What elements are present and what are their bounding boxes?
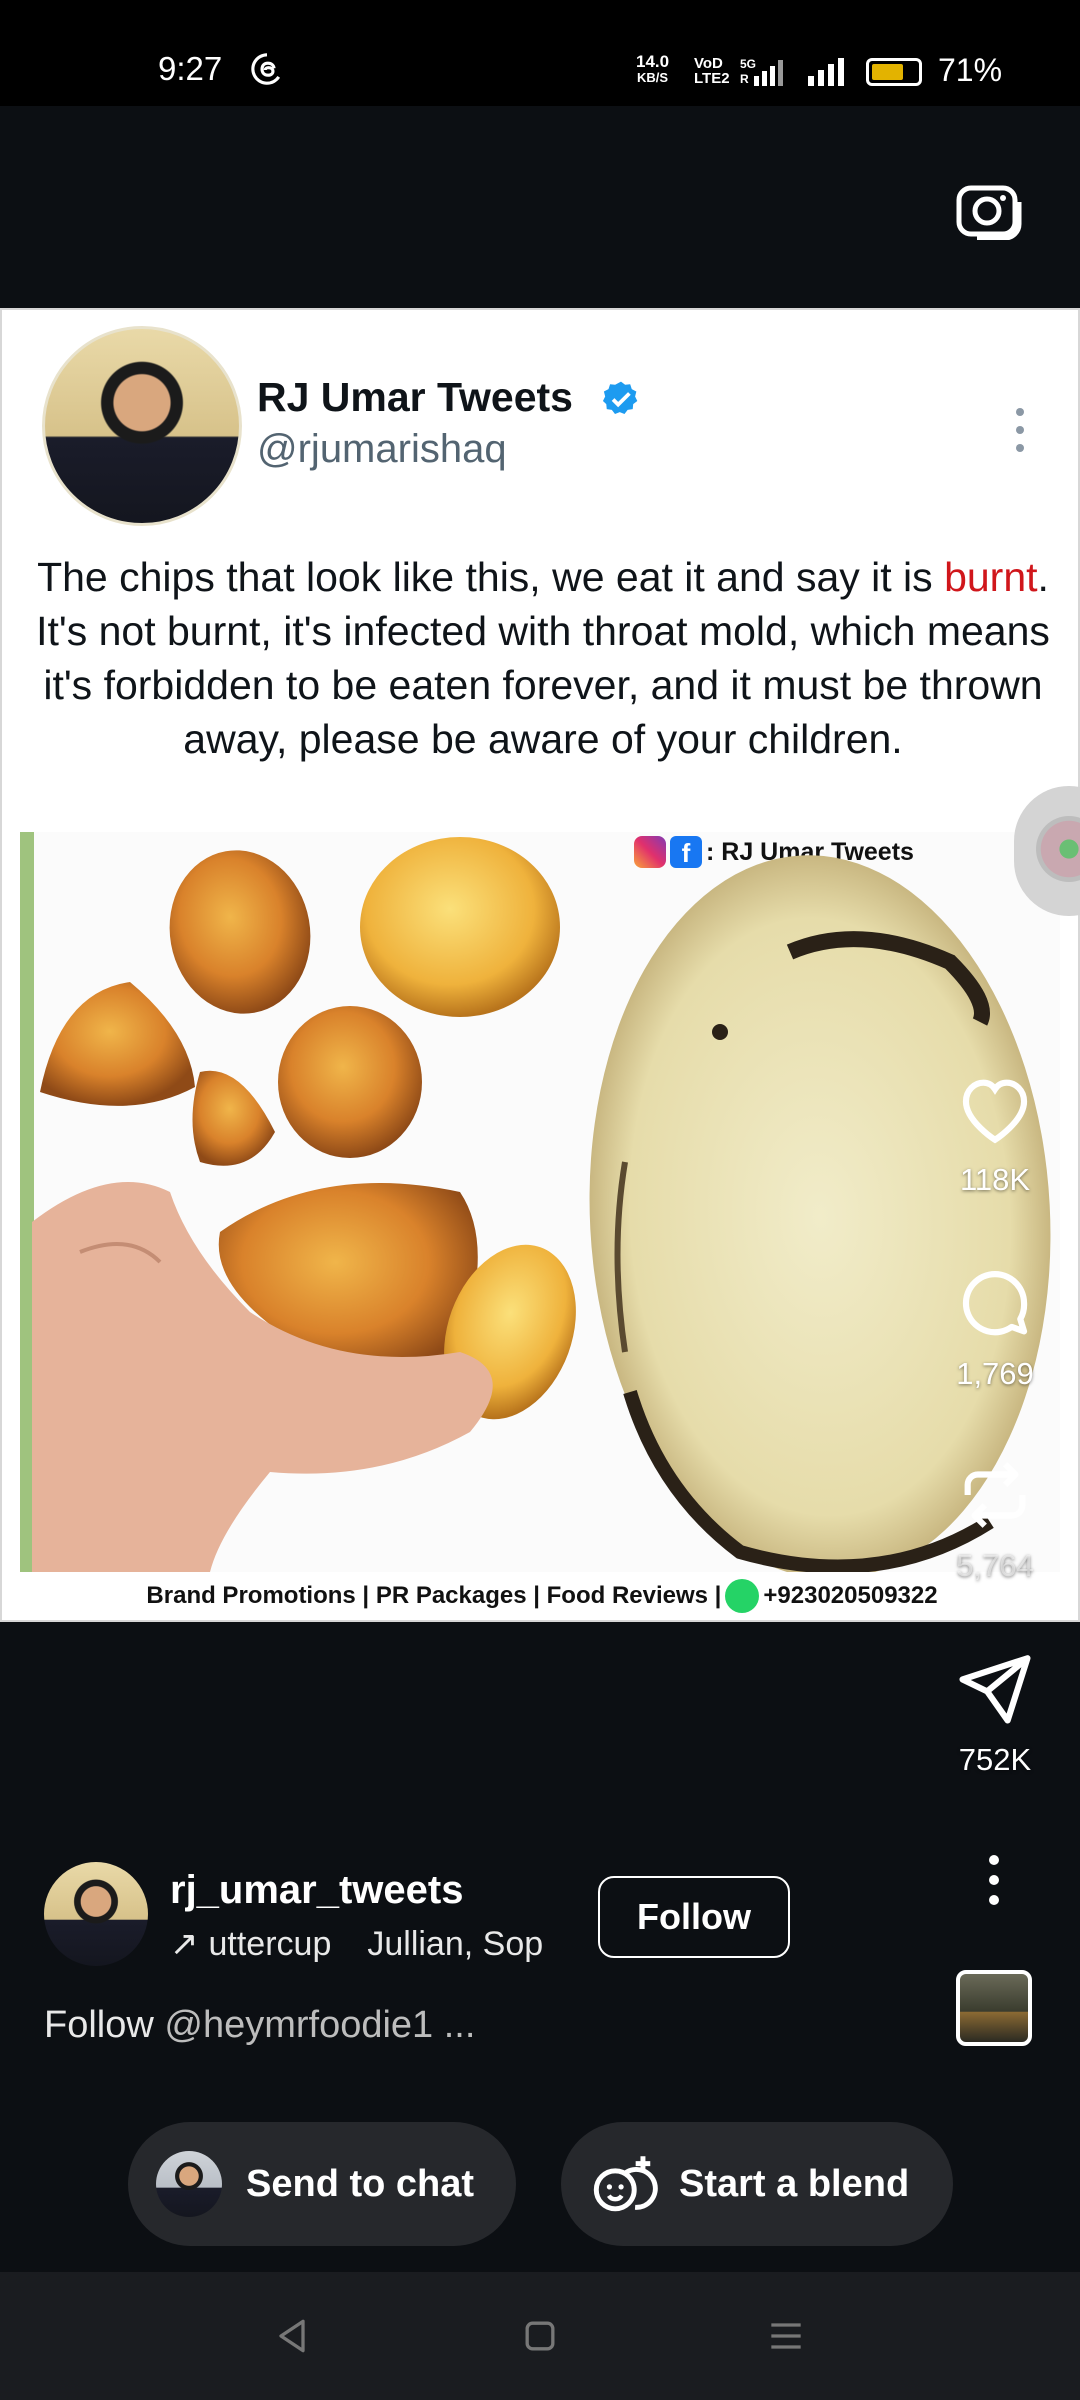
caption-mention[interactable]: @heymrfoodie1 ...: [164, 2004, 475, 2046]
share-action[interactable]: 752K: [940, 1648, 1050, 1778]
more-options-icon[interactable]: [982, 1852, 1006, 1908]
comment-action[interactable]: 1,769: [940, 1262, 1050, 1392]
food-illustration: [32, 837, 1051, 1572]
recents-icon[interactable]: [764, 2314, 808, 2358]
tweet-text: The chips that look like this, we eat it…: [28, 550, 1058, 766]
photo-footer-text: Brand Promotions | PR Packages | Food Re…: [146, 1582, 722, 1609]
tweet-more-icon: [1016, 408, 1024, 452]
start-blend-button[interactable]: Start a blend: [561, 2122, 953, 2246]
trend-arrow-icon: ↗: [170, 1925, 199, 1963]
home-icon[interactable]: [518, 2314, 562, 2358]
comment-icon[interactable]: [954, 1262, 1036, 1344]
svg-text:5G: 5G: [740, 57, 756, 71]
svg-text:R: R: [740, 72, 749, 86]
audio-line[interactable]: ↗ uttercup Jullian, Sop: [170, 1924, 630, 1964]
reel-caption[interactable]: Follow @heymrfoodie1 ...: [44, 2004, 475, 2047]
back-icon[interactable]: [270, 2314, 314, 2358]
heart-icon[interactable]: [954, 1068, 1036, 1150]
signal-icon: [808, 58, 844, 86]
chips-potato-photo: f : RJ Umar Tweets: [20, 832, 1060, 1572]
post-image-card[interactable]: RJ Umar Tweets @rjumarishaq The chips th…: [0, 308, 1080, 1622]
share-count: 752K: [958, 1742, 1032, 1777]
battery-icon: [866, 58, 922, 86]
repost-action[interactable]: 5,764: [940, 1454, 1050, 1584]
caption-prefix: Follow: [44, 2004, 165, 2046]
chat-avatar: [156, 2151, 222, 2217]
signal-5g-icon: 5G R: [740, 57, 783, 86]
tweet-text-highlight: burnt: [944, 554, 1038, 600]
reel-author-avatar[interactable]: [44, 1862, 148, 1966]
audio-track: uttercup: [208, 1925, 332, 1963]
photo-footer-strip: Brand Promotions | PR Packages | Food Re…: [2, 1572, 1080, 1620]
volte-bottom: LTE2: [694, 70, 730, 87]
send-to-chat-button[interactable]: Send to chat: [128, 2122, 516, 2246]
volte-top: VoD: [694, 55, 723, 72]
photo-footer-phone: +923020509322: [763, 1582, 938, 1609]
whatsapp-icon: [725, 1579, 760, 1613]
like-count: 118K: [959, 1162, 1031, 1197]
tweet-author-handle: @rjumarishaq: [257, 427, 507, 471]
audio-artist: Jullian, Sop: [367, 1925, 544, 1963]
verified-badge-icon: [602, 381, 638, 415]
tweet-text-part1: The chips that look like this, we eat it…: [37, 554, 945, 600]
tweet-author-avatar: [42, 326, 242, 526]
threads-icon: [251, 53, 281, 85]
repost-count: 5,764: [956, 1548, 1034, 1583]
like-action[interactable]: 118K: [940, 1068, 1050, 1198]
status-time: 9:27: [158, 50, 223, 87]
tweet-author-name: RJ Umar Tweets: [257, 374, 573, 420]
battery-percentage: 71%: [938, 52, 1003, 88]
system-nav-bar: [0, 2272, 1080, 2400]
reel-username[interactable]: rj_umar_tweets: [170, 1868, 463, 1913]
net-speed: 14.0 KB/S: [636, 52, 670, 86]
send-to-chat-label: Send to chat: [246, 2162, 475, 2205]
audio-thumbnail[interactable]: [956, 1970, 1032, 2046]
net-speed-value: 14.0: [636, 52, 670, 71]
blend-icon: [593, 2156, 658, 2212]
follow-button[interactable]: Follow: [598, 1876, 790, 1958]
send-icon[interactable]: [954, 1648, 1036, 1730]
battery-fill: [872, 64, 904, 80]
volte-indicator: VoD LTE2: [694, 56, 730, 86]
camera-icon[interactable]: [955, 178, 1023, 240]
repost-icon[interactable]: [954, 1454, 1036, 1536]
start-blend-label: Start a blend: [679, 2162, 910, 2205]
net-speed-unit: KB/S: [637, 70, 669, 85]
comment-count: 1,769: [956, 1356, 1034, 1391]
status-bar: 9:27 14.0 KB/S VoD LTE2 5G R 71%: [0, 0, 1080, 106]
